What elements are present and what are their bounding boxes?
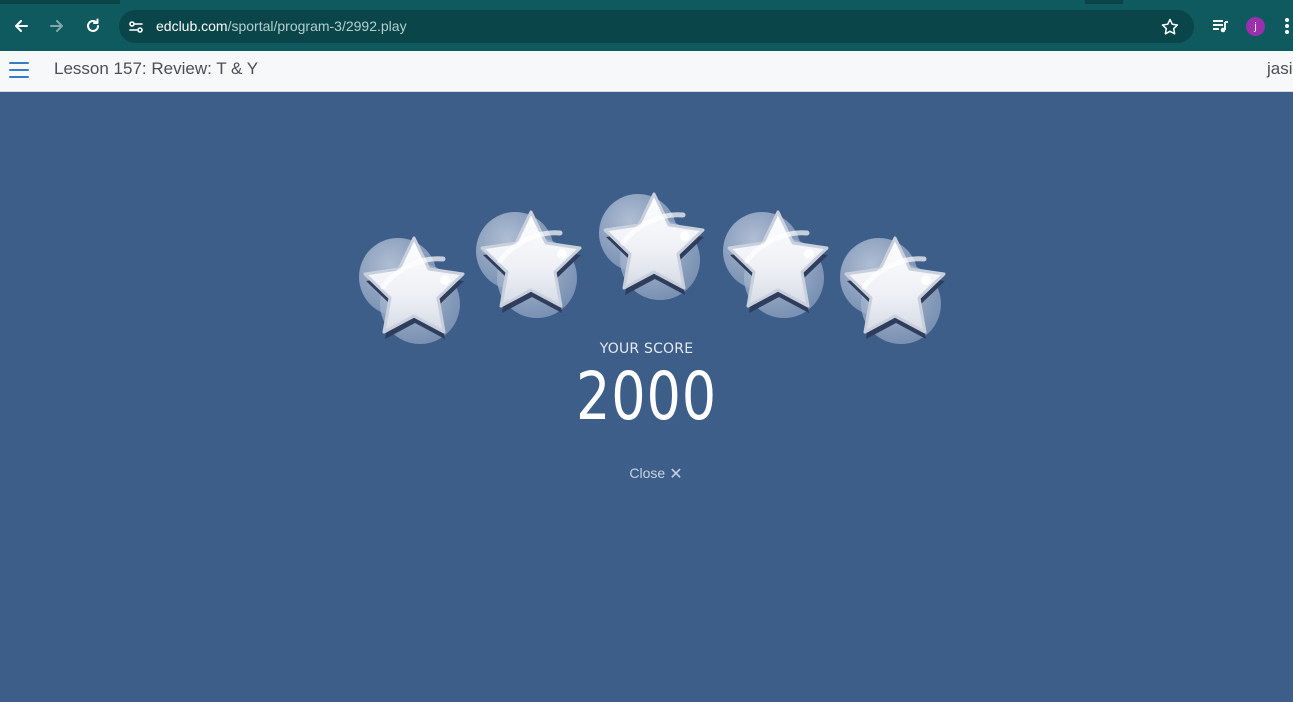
profile-avatar[interactable]: j xyxy=(1246,17,1265,36)
close-icon: ✕ xyxy=(669,463,683,483)
tab-strip-edge xyxy=(1085,0,1123,4)
user-name[interactable]: jasi xyxy=(1267,59,1293,79)
browser-toolbar: edclub.com/sportal/program-3/2992.play j xyxy=(0,0,1293,51)
star-1-icon xyxy=(358,232,476,350)
lesson-title: Lesson 157: Review: T & Y xyxy=(54,59,259,78)
close-button[interactable]: Close ✕ xyxy=(620,462,692,484)
address-bar[interactable]: edclub.com/sportal/program-3/2992.play xyxy=(119,10,1194,43)
queue-music-icon xyxy=(1213,20,1228,33)
url-text[interactable]: edclub.com/sportal/program-3/2992.play xyxy=(156,18,407,34)
media-controls-button[interactable] xyxy=(1209,15,1231,37)
arrow-left-icon xyxy=(15,20,28,32)
browser-menu-button[interactable] xyxy=(1280,15,1293,37)
star-rating xyxy=(350,192,960,362)
menu-icon[interactable] xyxy=(9,61,29,79)
url-host: edclub.com xyxy=(156,18,228,34)
star-2-icon xyxy=(475,206,593,324)
reload-icon xyxy=(87,18,99,32)
star-4-icon xyxy=(722,206,840,324)
star-5-icon xyxy=(839,232,957,350)
url-path: /sportal/program-3/2992.play xyxy=(227,18,407,34)
close-label: Close xyxy=(629,465,666,481)
arrow-right-icon xyxy=(50,20,63,32)
forward-button[interactable] xyxy=(44,13,70,39)
back-button[interactable] xyxy=(8,13,34,39)
score-panel: YOUR SCORE 2000 Close ✕ xyxy=(0,92,1293,702)
more-vert-icon xyxy=(1285,18,1289,34)
site-settings-icon[interactable] xyxy=(127,18,145,36)
reload-button[interactable] xyxy=(80,13,106,39)
star-3-icon xyxy=(598,188,716,306)
bookmark-star-icon[interactable] xyxy=(1160,17,1180,37)
tab-strip-edge xyxy=(0,0,120,4)
score-value: 2000 xyxy=(575,358,718,435)
app-header: Lesson 157: Review: T & Y jasi xyxy=(0,51,1293,92)
score-label: YOUR SCORE xyxy=(599,341,694,357)
